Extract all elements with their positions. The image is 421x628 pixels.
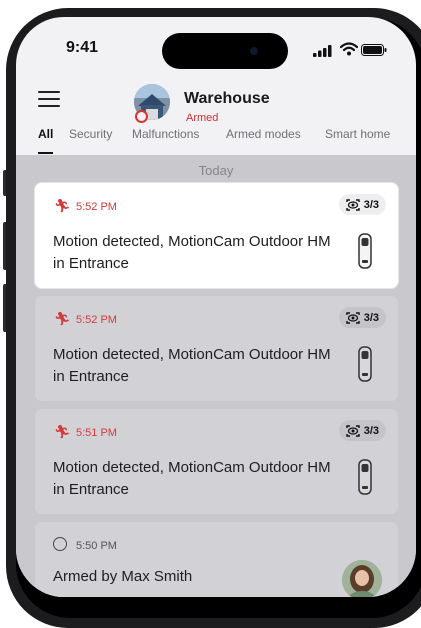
camera-eye-icon [346,198,360,211]
active-tab-indicator [38,152,53,154]
event-card[interactable]: 🏃︎ 5:51 PM 3/3 Motion detected, MotionCa… [35,409,398,514]
app-screen: 9:41 Warehouse Armed All Security Malfun… [16,17,416,597]
photo-count: 3/3 [363,424,379,437]
user-avatar [342,560,382,597]
tab-malfunctions[interactable]: Malfunctions [132,127,199,141]
hub-name[interactable]: Warehouse [184,90,270,108]
event-text: Motion detected, MotionCam Outdoor HM in… [53,459,331,498]
motion-icon: 🏃︎ [54,198,71,213]
motion-icon: 🏃︎ [54,311,71,326]
event-card[interactable]: 🏃︎ 5:52 PM 3/3 Motion detected, MotionCa… [35,183,398,288]
app-header: Warehouse Armed [16,75,416,124]
battery-icon [361,44,387,56]
filter-tabs: All Security Malfunctions Armed modes Sm… [16,125,416,156]
event-feed: Today 🏃︎ 5:52 PM 3/3 Motion detected, Mo… [16,155,416,597]
event-time: 5:50 PM [76,540,117,552]
photo-count-chip[interactable]: 3/3 [338,307,386,328]
menu-icon[interactable] [38,91,60,107]
motioncam-device-icon [358,346,372,382]
motioncam-device-icon [358,459,372,495]
event-time: 5:52 PM [76,314,117,326]
event-time: 5:51 PM [76,427,117,439]
camera-dot [250,47,258,55]
photo-count-chip[interactable]: 3/3 [338,420,386,441]
dynamic-island [162,33,288,69]
status-bar: 9:41 [16,17,416,75]
signal-icon [313,45,332,57]
status-time: 9:41 [66,39,99,56]
event-time: 5:52 PM [76,201,117,213]
tab-armed-modes[interactable]: Armed modes [226,127,301,141]
day-separator: Today [198,163,234,178]
photo-count: 3/3 [363,198,379,211]
event-card[interactable]: 🏃︎ 5:52 PM 3/3 Motion detected, MotionCa… [35,296,398,401]
motioncam-device-icon [358,233,372,269]
hub-status: Armed [186,112,219,124]
tab-all[interactable]: All [38,127,53,141]
photo-count-chip[interactable]: 3/3 [338,194,386,215]
event-card[interactable]: 5:50 PM Armed by Max Smith [35,522,398,597]
tab-smart-home[interactable]: Smart home [325,127,390,141]
event-text: Motion detected, MotionCam Outdoor HM in… [53,233,331,272]
event-text: Armed by Max Smith [53,568,193,585]
armed-badge-icon [135,110,148,123]
event-text: Motion detected, MotionCam Outdoor HM in… [53,346,331,385]
motion-icon: 🏃︎ [54,424,71,439]
armed-ring-icon [53,537,67,551]
camera-eye-icon [346,424,360,437]
wifi-icon [340,42,358,56]
person-photo-icon [342,560,382,597]
tab-security[interactable]: Security [69,127,112,141]
camera-eye-icon [346,311,360,324]
photo-count: 3/3 [363,311,379,324]
